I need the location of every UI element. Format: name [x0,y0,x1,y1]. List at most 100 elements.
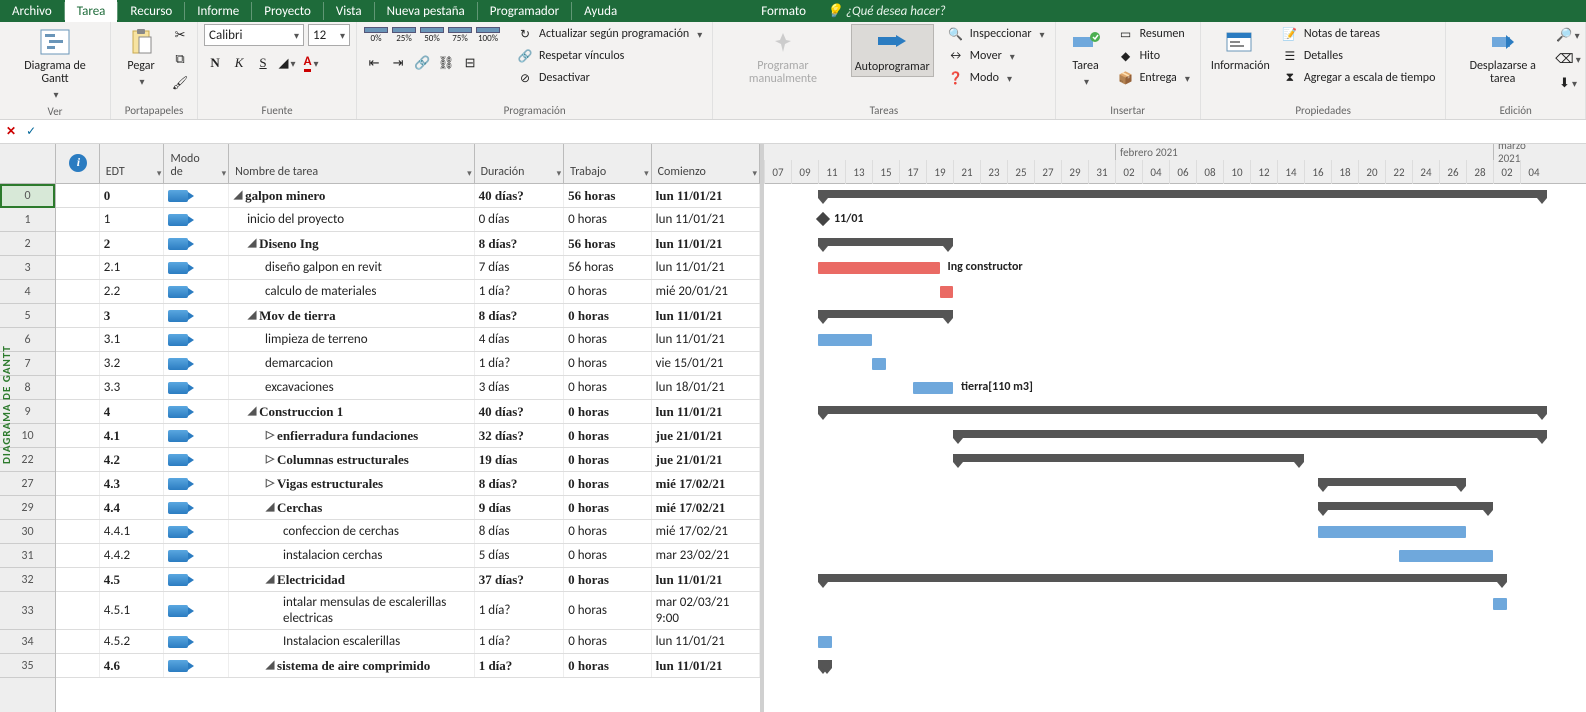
summary-bar[interactable] [818,660,832,668]
menu-proyecto[interactable]: Proyecto [252,0,323,22]
menu-formato[interactable]: Formato [749,0,818,22]
tell-me-search[interactable]: 💡¿Qué desea hacer? [826,0,946,22]
cell-name[interactable]: instalacion cerchas [229,544,475,567]
inspect-button[interactable]: 🔍Inspeccionar▾ [944,24,1049,44]
fill-button[interactable]: ⬇▾ [1557,72,1579,94]
manual-schedule-button[interactable]: Programar manualmente [719,24,846,88]
scroll-to-task-button[interactable]: Desplazarse a tarea [1452,24,1553,88]
cell-duration[interactable]: 8 días? [475,472,564,495]
outline-toggle[interactable]: ▷ [265,429,275,442]
format-painter-button[interactable]: 🖌 [169,72,191,94]
cell-edt[interactable]: 2 [100,232,165,255]
outline-toggle[interactable]: ▷ [265,477,275,490]
deliverable-button[interactable]: 📦Entrega▾ [1114,68,1194,88]
deactivate-button[interactable]: ⊘Desactivar [513,68,706,88]
menu-tarea[interactable]: Tarea [65,0,118,22]
cell-start[interactable]: lun 11/01/21 [652,654,760,677]
table-row[interactable]: 4.4◢Cerchas9 días0 horasmié 17/02/21 [56,496,760,520]
cell-start[interactable]: lun 11/01/21 [652,232,760,255]
cell-start[interactable]: lun 11/01/21 [652,256,760,279]
table-row[interactable]: 0◢galpon minero40 días?56 horaslun 11/01… [56,184,760,208]
move-button[interactable]: ↔Mover▾ [944,46,1049,66]
cell-duration[interactable]: 40 días? [475,184,565,207]
cell-mode[interactable] [164,496,229,519]
cell-mode[interactable] [164,256,229,279]
cell-mode[interactable] [164,544,229,567]
cell-duration[interactable]: 1 día? [475,630,564,653]
cell-mode[interactable] [164,448,229,471]
cell-name[interactable]: inicio del proyecto [229,208,475,231]
table-row[interactable]: 2◢Diseno Ing8 días?56 horaslun 11/01/21 [56,232,760,256]
cell-work[interactable]: 0 horas [564,630,651,653]
cell-start[interactable]: lun 11/01/21 [652,304,760,327]
cell-name[interactable]: ◢Cerchas [229,496,475,519]
task-bar[interactable] [818,636,832,648]
cell-start[interactable]: lun 11/01/21 [652,400,760,423]
row-number[interactable]: 4 [0,280,55,304]
table-row[interactable]: 4.2▷Columnas estructurales19 días0 horas… [56,448,760,472]
cell-name[interactable]: ▷Columnas estructurales [229,448,475,471]
outline-toggle[interactable]: ▷ [265,453,275,466]
cell-start[interactable]: mar 23/02/21 [652,544,760,567]
font-color-button[interactable]: A▾ [300,52,322,74]
cell-work[interactable]: 0 horas [564,208,652,231]
cell-start[interactable]: lun 11/01/21 [652,568,760,591]
table-row[interactable]: 2.2calculo de materiales1 día?0 horasmié… [56,280,760,304]
information-button[interactable]: Información [1207,24,1274,75]
outdent-button[interactable]: ⇤ [363,52,385,74]
row-number[interactable]: 1 [0,208,55,232]
cell-name[interactable]: ◢galpon minero [229,184,475,207]
cell-work[interactable]: 0 horas [564,496,651,519]
cell-start[interactable]: lun 11/01/21 [652,630,760,653]
cell-name[interactable]: ◢Diseno Ing [229,232,475,255]
row-number[interactable]: 0 [0,184,55,208]
table-row[interactable]: 4.4.2instalacion cerchas5 días0 horasmar… [56,544,760,568]
summary-button[interactable]: ▭Resumen [1114,24,1194,44]
cell-name[interactable]: Instalacion escalerillas [229,630,475,653]
cell-start[interactable]: lun 11/01/21 [652,328,760,351]
cell-name[interactable]: ▷Vigas estructurales [229,472,475,495]
col-duration[interactable]: Duración▾ [475,144,565,183]
auto-schedule-button[interactable]: Autoprogramar [851,24,934,77]
col-info[interactable]: i [56,144,100,183]
task-bar[interactable] [1493,598,1507,610]
row-number[interactable]: 5 [0,304,55,328]
menu-programador[interactable]: Programador [478,0,571,22]
unlink-tasks-button[interactable]: ⛓ [435,52,457,74]
cell-edt[interactable]: 3 [100,304,165,327]
find-button[interactable]: 🔎▾ [1557,24,1579,46]
table-row[interactable]: 3.3excavaciones3 días0 horaslun 18/01/21 [56,376,760,400]
row-number[interactable]: 3 [0,256,55,280]
cell-mode[interactable] [164,592,229,629]
cell-edt[interactable]: 4.5.1 [100,592,165,629]
cell-work[interactable]: 0 horas [564,352,651,375]
task-bar[interactable] [818,262,940,274]
pct-0[interactable]: 0% [363,24,389,46]
task-bar[interactable] [913,382,954,394]
cell-start[interactable]: mar 02/03/21 9:00 [652,592,760,629]
table-row[interactable]: 4.3▷Vigas estructurales8 días?0 horasmié… [56,472,760,496]
outline-toggle[interactable]: ◢ [247,309,257,322]
cell-name[interactable]: ◢Mov de tierra [229,304,475,327]
outline-toggle[interactable]: ◢ [247,237,257,250]
cell-duration[interactable]: 5 días [475,544,564,567]
cell-start[interactable]: jue 21/01/21 [652,424,760,447]
table-row[interactable]: 2.1diseño galpon en revit7 días56 horasl… [56,256,760,280]
font-name-select[interactable]: Calibri▾ [204,24,304,46]
cell-mode[interactable] [164,424,229,447]
summary-bar[interactable] [953,454,1304,462]
cell-mode[interactable] [164,472,229,495]
task-bar[interactable] [872,358,886,370]
split-task-button[interactable]: ⊟ [459,52,481,74]
cell-mode[interactable] [164,280,229,303]
col-edt[interactable]: EDT▾ [100,144,165,183]
cell-work[interactable]: 0 horas [564,400,652,423]
cell-edt[interactable]: 2.1 [100,256,165,279]
cell-edt[interactable]: 4.2 [100,448,165,471]
cell-start[interactable]: mié 17/02/21 [652,520,760,543]
pct-100[interactable]: 100% [475,24,501,46]
table-row[interactable]: 4.5.2Instalacion escalerillas1 día?0 hor… [56,630,760,654]
cell-edt[interactable]: 2.2 [100,280,165,303]
cell-duration[interactable]: 1 día? [475,280,564,303]
link-tasks-button[interactable]: 🔗 [411,52,433,74]
